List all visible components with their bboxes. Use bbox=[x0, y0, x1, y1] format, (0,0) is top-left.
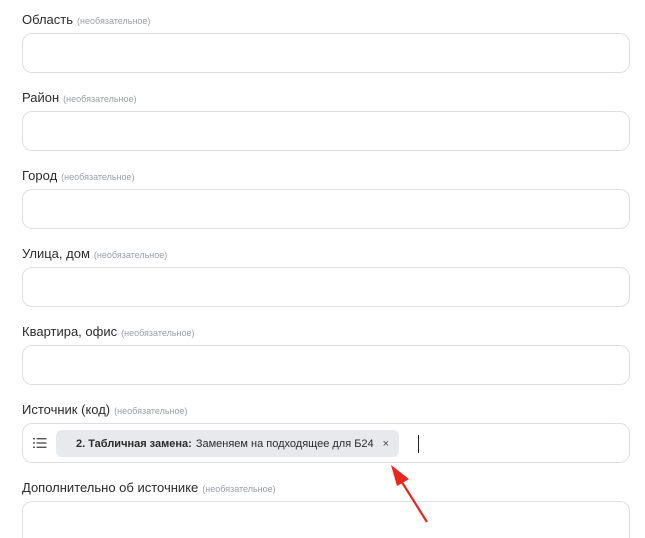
field-label: Область (необязательное) bbox=[22, 12, 150, 27]
region-input[interactable] bbox=[22, 33, 630, 73]
field-label: Город (необязательное) bbox=[22, 168, 135, 183]
field-label-text: Источник (код) bbox=[22, 402, 111, 417]
field-label-text: Город bbox=[22, 168, 58, 183]
apartment-input[interactable] bbox=[22, 345, 630, 385]
chip-text: Заменяем на подходящее для Б24 bbox=[195, 437, 374, 450]
field-label-text: Дополнительно об источнике bbox=[22, 480, 199, 495]
field-label-text: Улица, дом bbox=[22, 246, 90, 261]
field-label-text: Район bbox=[22, 90, 60, 105]
optional-hint: (необязательное) bbox=[61, 172, 135, 182]
field-label-text: Квартира, офис bbox=[22, 324, 118, 339]
red-arrow-icon bbox=[391, 465, 428, 523]
chip-title: 2. Табличная замена: bbox=[76, 437, 192, 450]
optional-hint: (необязательное) bbox=[63, 94, 137, 104]
field-label: Район (необязательное) bbox=[22, 90, 137, 105]
district-input[interactable] bbox=[22, 111, 630, 151]
optional-hint: (необязательное) bbox=[93, 250, 168, 260]
field-label: Улица, дом (необязательное) bbox=[22, 246, 167, 261]
source-chip[interactable]: 2. Табличная замена: Заменяем на подходя… bbox=[56, 430, 400, 457]
optional-hint: (необязательное) bbox=[202, 484, 276, 494]
source-details-input[interactable] bbox=[22, 501, 630, 538]
list-icon[interactable] bbox=[33, 436, 47, 450]
optional-hint: (необязательное) bbox=[121, 328, 195, 338]
source-input[interactable]: 2. Табличная замена: Заменяем на подходя… bbox=[22, 423, 630, 463]
field-label: Квартира, офис (необязательное) bbox=[22, 324, 195, 339]
field-label-text: Область bbox=[22, 12, 74, 27]
field-label: Дополнительно об источнике (необязательно… bbox=[22, 480, 276, 495]
city-input[interactable] bbox=[22, 189, 630, 229]
optional-hint: (необязательное) bbox=[77, 16, 151, 26]
text-cursor bbox=[418, 435, 419, 453]
optional-hint: (необязательное) bbox=[114, 406, 188, 416]
street-input[interactable] bbox=[22, 267, 630, 307]
field-label: Источник (код) (необязательное) bbox=[22, 402, 188, 417]
close-icon[interactable]: × bbox=[383, 438, 389, 450]
